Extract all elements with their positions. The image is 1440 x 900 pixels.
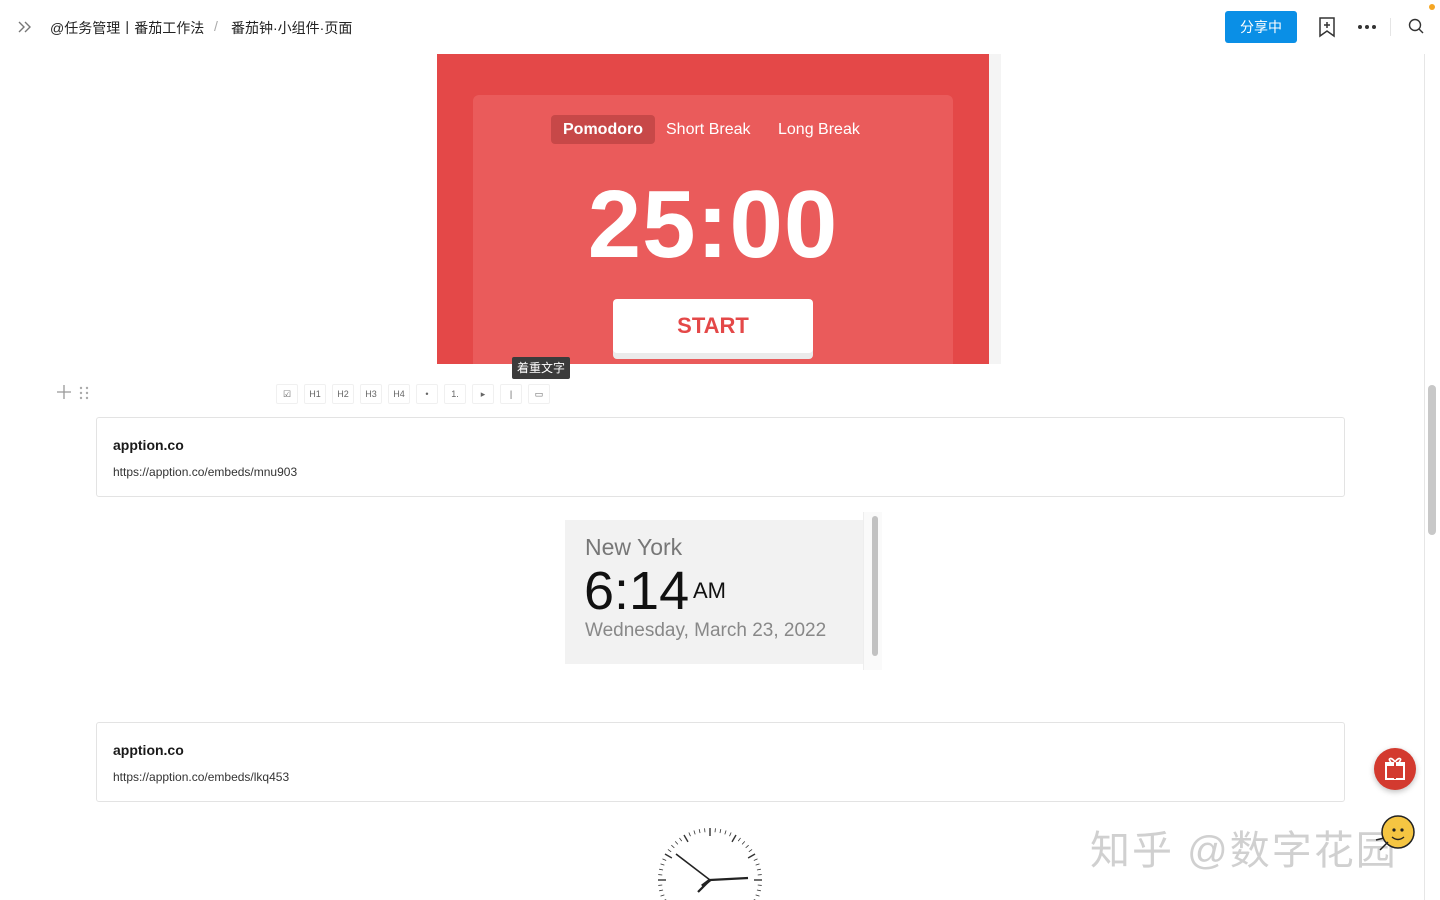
embed-link-card[interactable]: apption.co https://apption.co/embeds/lkq… [96,722,1345,802]
analog-clock [658,828,762,900]
pomodoro-widget: Pomodoro Short Break Long Break 25:00 ST… [437,54,989,364]
toolbar-divider [1390,18,1391,36]
h1-button[interactable]: H1 [304,384,326,404]
tab-pomodoro[interactable]: Pomodoro [551,115,655,144]
link-title: apption.co [113,437,184,453]
link-url[interactable]: https://apption.co/embeds/lkq453 [113,770,289,784]
page-scrollbar[interactable] [1428,385,1436,535]
world-clock-widget: New York 6:14 AM Wednesday, March 23, 20… [565,520,865,664]
share-button[interactable]: 分享中 [1225,11,1297,43]
quote-button[interactable]: | [500,384,522,404]
embed-frame-edge [989,54,1001,364]
h4-button[interactable]: H4 [388,384,410,404]
bullet-list-button[interactable]: • [416,384,438,404]
mascot-icon [1375,815,1415,851]
add-block-icon[interactable] [56,384,72,400]
breadcrumb-current[interactable]: 番茄钟·小组件·页面 [231,18,352,38]
clock-city: New York [585,534,683,560]
gift-icon [1385,757,1405,780]
toggle-list-button[interactable]: ▸ [472,384,494,404]
link-title: apption.co [113,742,184,758]
notification-dot [1429,4,1435,10]
h3-button[interactable]: H3 [360,384,382,404]
expand-sidebar-icon[interactable] [16,18,34,36]
top-bar: @任务管理丨番茄工作法 / 番茄钟·小组件·页面 分享中 [0,0,1440,54]
clock-date: Wednesday, March 23, 2022 [585,620,827,641]
search-icon[interactable] [1406,16,1428,38]
start-button[interactable]: START [613,299,813,353]
add-page-icon[interactable] [1316,16,1338,38]
todo-button[interactable]: ☑ [276,384,298,404]
numbered-list-button[interactable]: 1. [444,384,466,404]
tab-short-break[interactable]: Short Break [654,115,762,144]
watermark: 知乎 @数字花园 [1090,829,1398,873]
page-scrollbar-track [1424,54,1425,900]
pomodoro-timer: 25:00 [587,171,839,278]
breadcrumb-separator: / [214,18,218,34]
breadcrumb-parent[interactable]: @任务管理丨番茄工作法 [50,18,204,38]
embed-link-card[interactable]: apption.co https://apption.co/embeds/mnu… [96,417,1345,497]
h2-button[interactable]: H2 [332,384,354,404]
embed-scrollbar[interactable] [872,516,878,656]
link-url[interactable]: https://apption.co/embeds/mnu903 [113,465,297,479]
tooltip: 着重文字 [512,357,571,379]
tab-long-break[interactable]: Long Break [766,115,872,144]
clock-time: 6:14 [584,561,690,621]
divider-button[interactable]: ▭ [528,384,550,404]
more-options-icon[interactable] [1356,16,1378,38]
gift-button[interactable] [1374,748,1416,790]
pomodoro-card: Pomodoro Short Break Long Break 25:00 ST… [473,95,953,364]
clock-ampm: AM [693,578,726,603]
drag-handle-icon[interactable] [78,386,90,400]
